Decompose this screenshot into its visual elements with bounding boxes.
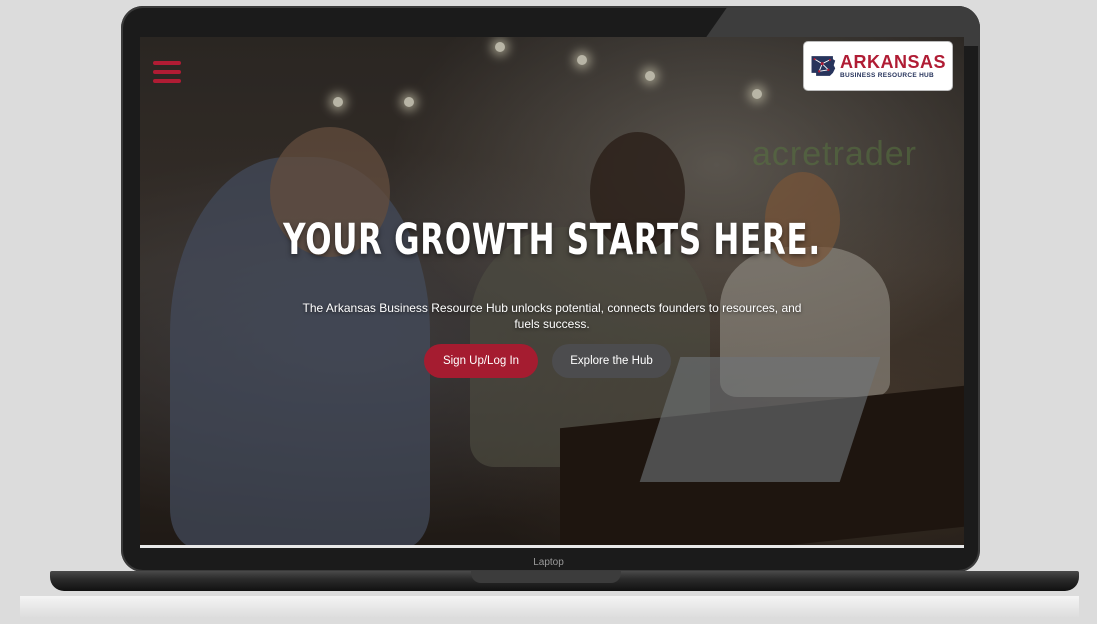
laptop-label: Laptop: [533, 557, 564, 568]
menu-bar: [153, 61, 181, 65]
laptop-screen: acretrader ARKANSAS BUSINESS RESOURCE HU…: [140, 37, 964, 548]
menu-bar: [153, 79, 181, 83]
laptop-hinge-notch: [471, 571, 621, 583]
hamburger-menu-icon[interactable]: [153, 61, 181, 83]
menu-bar: [153, 70, 181, 74]
screen-bottom-edge: [140, 545, 964, 548]
logo-text: ARKANSAS BUSINESS RESOURCE HUB: [840, 53, 946, 80]
logo-tagline: BUSINESS RESOURCE HUB: [839, 71, 935, 79]
arkansas-state-map-icon: [811, 56, 836, 76]
site-logo[interactable]: ARKANSAS BUSINESS RESOURCE HUB: [804, 42, 952, 90]
sign-up-login-button[interactable]: Sign Up/Log In: [424, 344, 538, 378]
explore-hub-button[interactable]: Explore the Hub: [552, 344, 671, 378]
hero-title: YOUR GROWTH STARTS HERE.: [283, 215, 821, 265]
laptop-reflection: [20, 596, 1079, 618]
laptop-lid: acretrader ARKANSAS BUSINESS RESOURCE HU…: [121, 6, 980, 572]
hero-dim-overlay: [140, 37, 964, 548]
hero-subtitle: The Arkansas Business Resource Hub unloc…: [302, 301, 802, 331]
logo-title: ARKANSAS: [839, 51, 946, 72]
